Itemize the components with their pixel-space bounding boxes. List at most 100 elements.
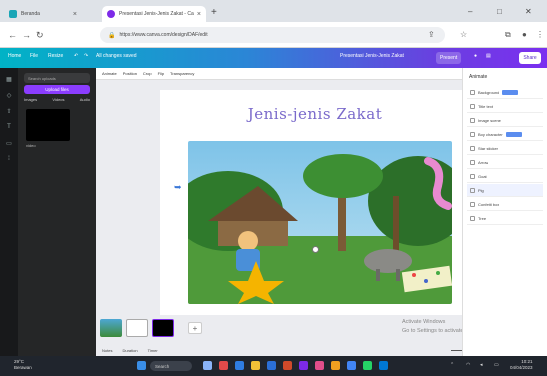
list-item[interactable]: Confetti box (467, 198, 543, 211)
menu-icon[interactable]: ⋮ (536, 30, 544, 39)
browser-tab[interactable]: Beranda × (4, 6, 82, 22)
slide-canvas[interactable]: Jenis-jenis Zakat ➥ (160, 90, 470, 315)
resize-button[interactable]: Resize (48, 53, 63, 59)
windows-taskbar: 29°C Berawan Search ⌃ ◠ ◂ ▭ 10:21 04/04/… (0, 356, 547, 376)
back-icon[interactable]: ← (8, 30, 17, 40)
elements-icon[interactable]: ◇ (4, 90, 14, 100)
duration-button[interactable]: Duration (122, 348, 137, 353)
text-icon[interactable]: T (4, 122, 14, 132)
tab-audio[interactable]: Audio (80, 97, 90, 102)
app-icon[interactable] (219, 361, 228, 370)
uploads-icon[interactable]: ⇧ (4, 106, 14, 116)
analytics-icon[interactable]: ▤ (486, 53, 491, 59)
browser-tab-active[interactable]: Presentasi Jenis-Jenis Zakat - Canva × (102, 6, 206, 22)
layer-icon (470, 215, 475, 221)
element-toolbar: Animate Position Crop Flip Transparency (96, 68, 488, 80)
forward-icon[interactable]: → (22, 30, 31, 40)
uploads-tabs: Images Videos Audio (24, 97, 90, 102)
rotate-handle[interactable] (312, 246, 319, 253)
list-item[interactable]: Background (467, 86, 543, 99)
task-view-icon[interactable] (203, 361, 212, 370)
list-item[interactable]: Goat (467, 170, 543, 183)
office-icon[interactable] (283, 361, 292, 370)
undo-icon[interactable]: ↶ (74, 53, 78, 59)
close-window-button[interactable]: ✕ (525, 7, 532, 16)
file-menu[interactable]: File (30, 53, 38, 59)
app-icon[interactable] (379, 361, 388, 370)
maximize-button[interactable]: □ (497, 7, 502, 16)
url-field[interactable]: 🔒 https://www.canva.com/design/DAF/edit (100, 27, 445, 43)
explorer-icon[interactable] (251, 361, 260, 370)
tray-chevron-icon[interactable]: ⌃ (450, 362, 454, 368)
document-title[interactable]: Presentasi Jenis-Jenis Zakat (340, 53, 404, 59)
canva-top-bar: Home File Resize ↶ ↷ All changes saved P… (0, 48, 547, 68)
editor-area: Animate Position Crop Flip Transparency … (96, 68, 489, 356)
edge-icon[interactable] (235, 361, 244, 370)
page-thumbnail-2[interactable] (126, 319, 148, 337)
editor-footer: Notes Duration Timer (96, 345, 488, 356)
list-item[interactable]: Tree (467, 212, 543, 225)
share-page-icon[interactable]: ⇪ (428, 30, 435, 39)
present-button[interactable]: Present (436, 52, 462, 64)
layer-icon (470, 131, 475, 137)
layer-icon (470, 173, 475, 179)
upload-button[interactable]: Upload files (24, 85, 90, 94)
close-tab-icon[interactable]: × (197, 11, 201, 18)
position-button[interactable]: Position (123, 71, 137, 76)
page-thumbnail-3[interactable] (152, 319, 174, 337)
saved-status: All changes saved (96, 53, 137, 59)
minimize-button[interactable]: – (468, 7, 472, 16)
home-link[interactable]: Home (8, 53, 21, 59)
village-scene-image[interactable] (188, 141, 452, 304)
start-icon[interactable] (137, 361, 146, 370)
list-item-selected[interactable]: Pig (467, 184, 543, 197)
taskbar-search[interactable]: Search (150, 361, 192, 371)
search-input[interactable]: Search uploads (24, 73, 90, 83)
list-item[interactable]: Title text (467, 100, 543, 113)
page-thumbnail-1[interactable] (100, 319, 122, 337)
browser-tab-strip: Beranda × Presentasi Jenis-Jenis Zakat -… (0, 0, 547, 22)
crop-button[interactable]: Crop (143, 71, 152, 76)
tab-images[interactable]: Images (24, 97, 37, 102)
thumbnail-caption: video (26, 143, 36, 148)
site-favicon-icon (9, 10, 17, 18)
system-clock[interactable]: 10:21 04/04/2023 (510, 359, 533, 371)
list-item[interactable]: Arrow (467, 156, 543, 169)
tab-videos[interactable]: Videos (52, 97, 64, 102)
notes-button[interactable]: Notes (102, 348, 112, 353)
reload-icon[interactable]: ↻ (36, 30, 44, 41)
timer-button[interactable]: Timer (148, 348, 158, 353)
app-icon[interactable] (315, 361, 324, 370)
avatar[interactable]: ● (474, 53, 477, 59)
list-item[interactable]: Boy character (467, 128, 543, 141)
chrome-icon[interactable] (347, 361, 356, 370)
volume-icon[interactable]: ◂ (480, 362, 483, 368)
new-tab-button[interactable]: + (211, 7, 217, 18)
wifi-icon[interactable]: ◠ (466, 362, 470, 368)
canva-app-icon[interactable] (299, 361, 308, 370)
arrow-sticker[interactable]: ➥ (174, 182, 182, 193)
layer-icon (470, 89, 475, 95)
flip-button[interactable]: Flip (158, 71, 164, 76)
whatsapp-icon[interactable] (363, 361, 372, 370)
share-button[interactable]: Share (519, 52, 541, 64)
transparency-button[interactable]: Transparency (170, 71, 194, 76)
app-icon[interactable] (331, 361, 340, 370)
apps-icon[interactable]: ⁞ (4, 154, 14, 164)
profile-icon[interactable]: ● (522, 30, 527, 39)
battery-icon[interactable]: ▭ (494, 362, 499, 368)
design-icon[interactable]: ▦ (4, 74, 14, 84)
weather-widget[interactable]: 29°C Berawan (14, 359, 32, 371)
word-icon[interactable] (267, 361, 276, 370)
redo-icon[interactable]: ↷ (84, 53, 88, 59)
star-icon[interactable]: ☆ (460, 30, 467, 39)
animate-button[interactable]: Animate (102, 71, 117, 76)
list-item[interactable]: Image scene (467, 114, 543, 127)
list-item[interactable]: Star sticker (467, 142, 543, 155)
projects-icon[interactable]: ▭ (4, 138, 14, 148)
extensions-icon[interactable]: ⧉ (505, 30, 511, 40)
uploaded-video-thumbnail[interactable] (26, 109, 70, 141)
add-page-button[interactable]: + (188, 322, 202, 334)
slide-title[interactable]: Jenis-jenis Zakat (160, 105, 470, 123)
close-tab-icon[interactable]: × (73, 11, 77, 18)
